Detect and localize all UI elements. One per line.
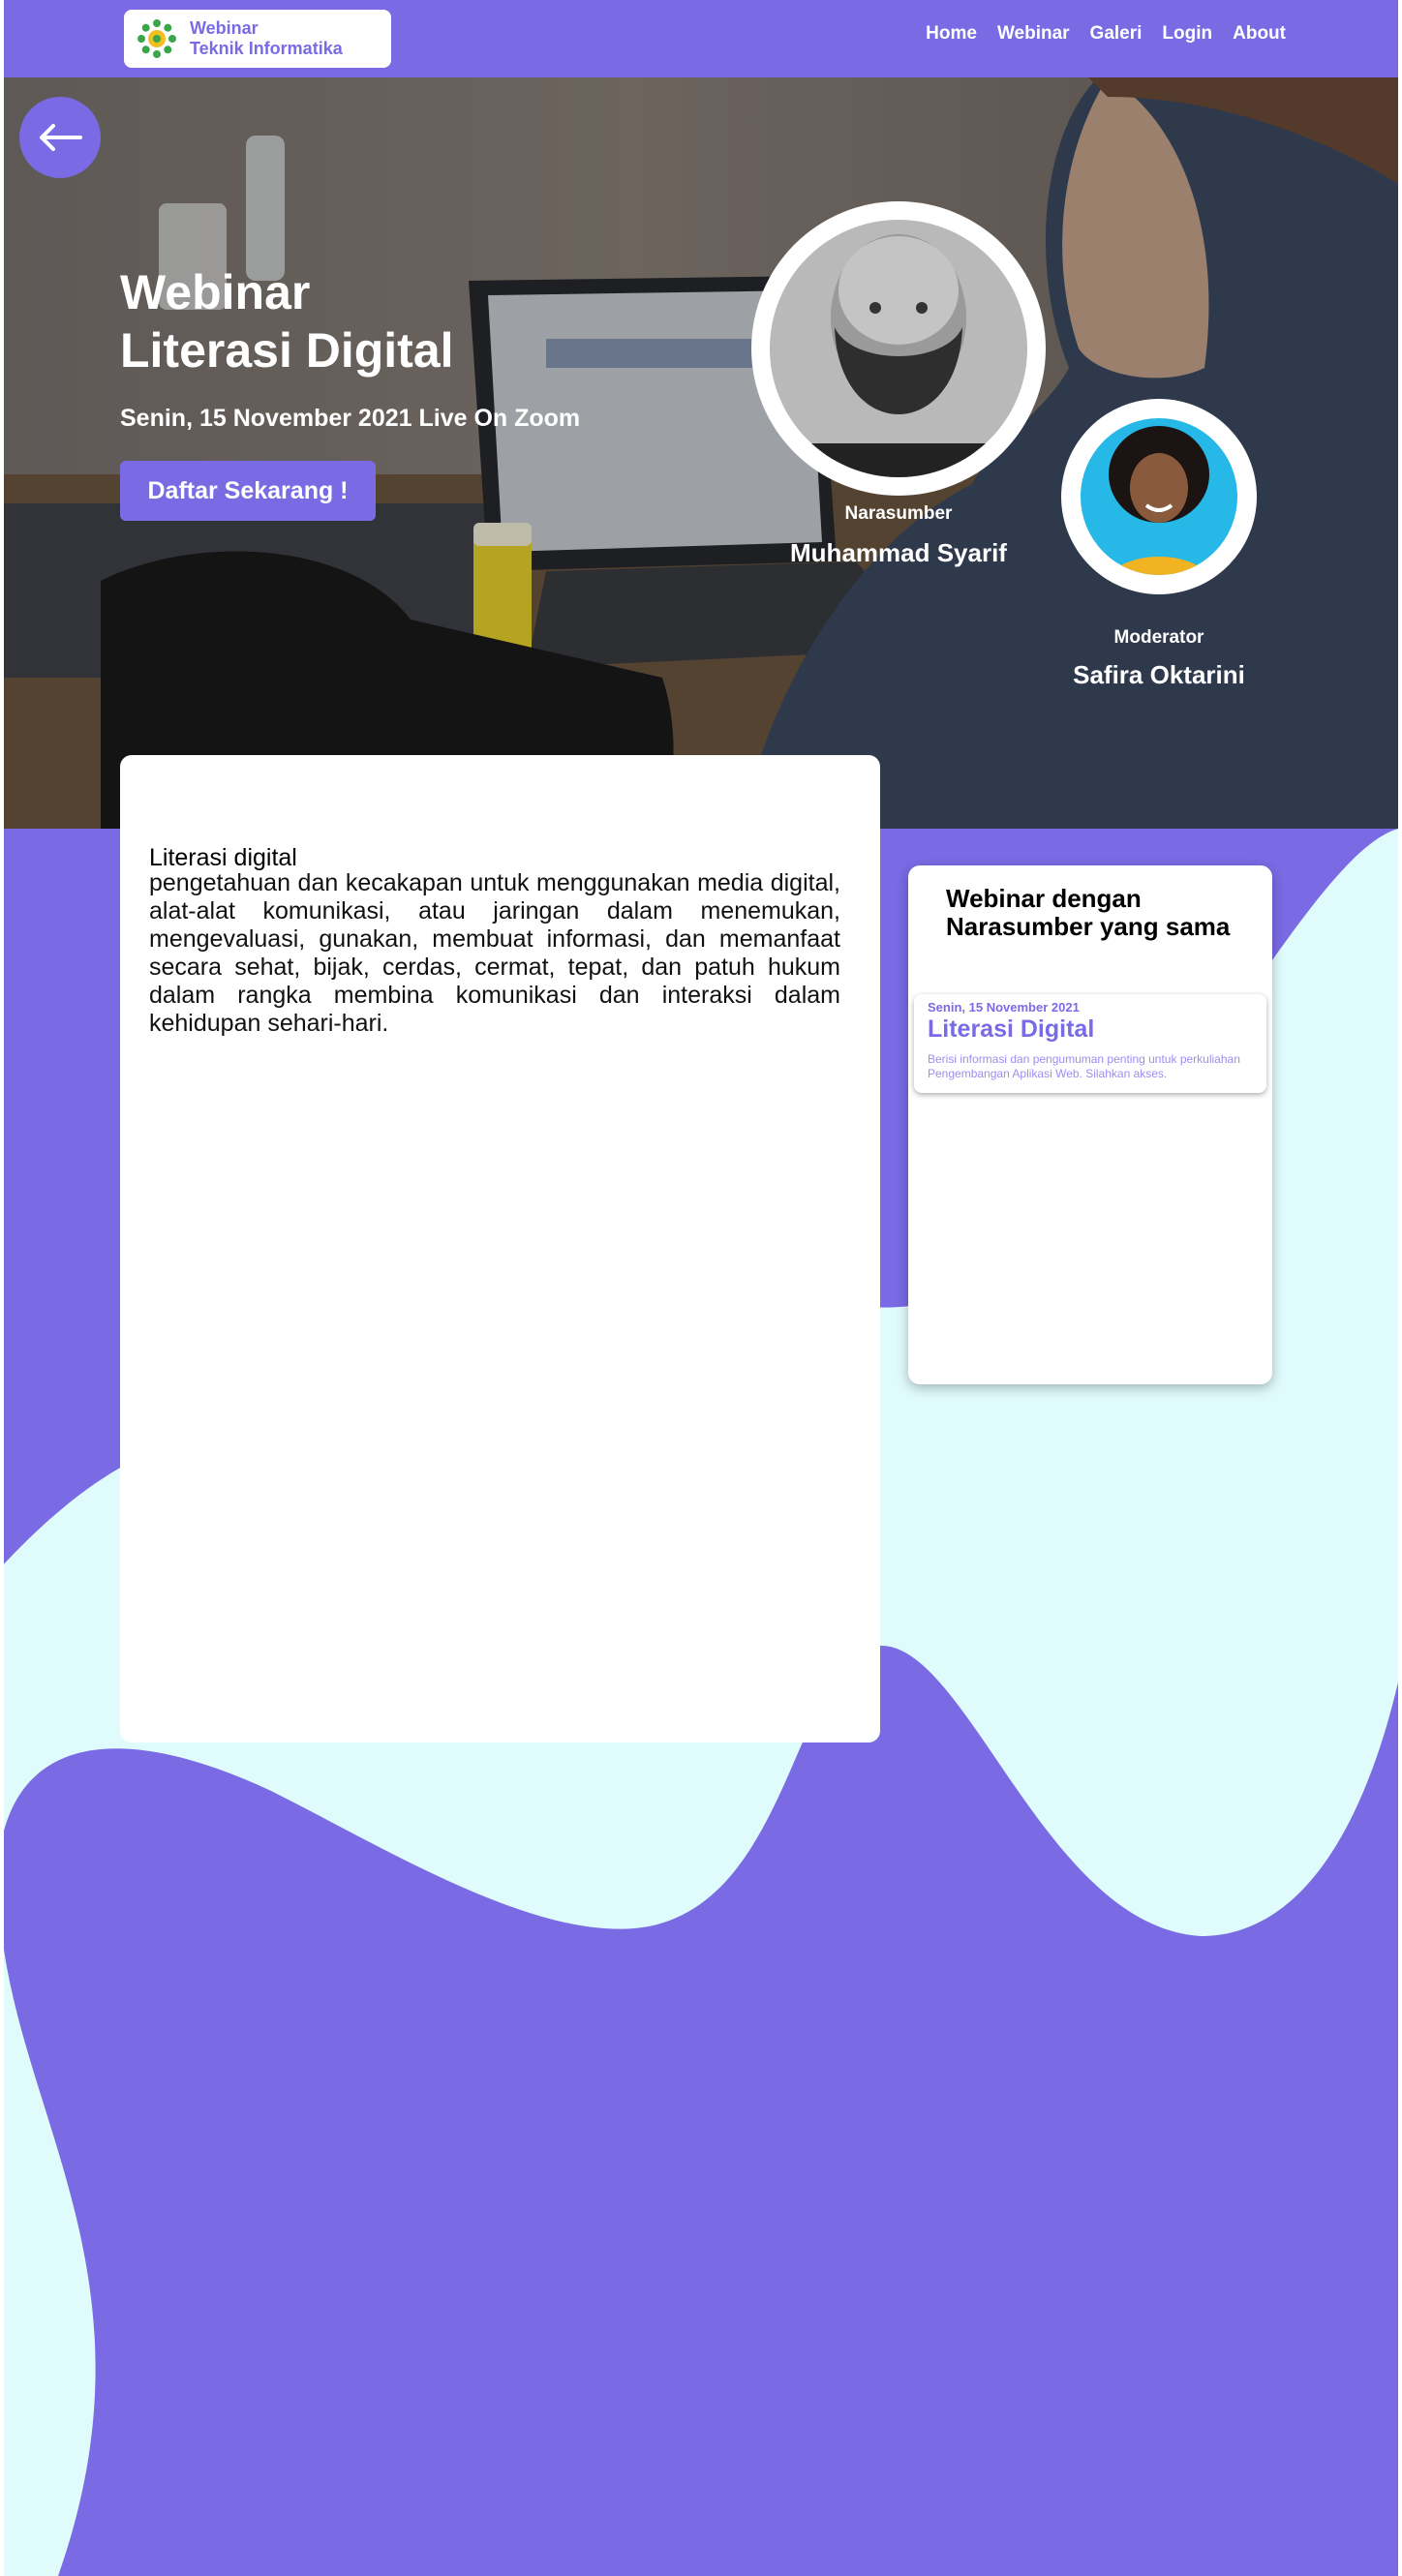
page: Webinar Teknik Informatika Home Webinar …: [0, 0, 1402, 2576]
moderator-name: Safira Oktarini: [1073, 660, 1245, 689]
nav-link-home[interactable]: Home: [926, 23, 977, 45]
speaker-role: Narasumber: [844, 503, 953, 524]
description-card: Literasi digital pengetahuan dan kecakap…: [120, 755, 880, 1743]
navbar: Webinar Teknik Informatika Home Webinar …: [4, 0, 1398, 77]
page-edge-right: [1398, 0, 1402, 2576]
speaker-portrait: [770, 220, 1027, 477]
brand-title: Webinar Teknik Informatika: [190, 18, 343, 59]
back-button[interactable]: [19, 97, 101, 178]
register-button[interactable]: Daftar Sekarang !: [120, 461, 376, 521]
related-webinars-card: Webinar dengan Narasumber yang sama Seni…: [908, 865, 1272, 1384]
nav-menu: Home Webinar Galeri Login About: [926, 23, 1286, 45]
hero-banner: Webinar Literasi Digital Senin, 15 Novem…: [4, 77, 1398, 829]
related-webinar-description: Berisi informasi dan pengumuman penting …: [928, 1052, 1240, 1080]
speaker-name: Muhammad Syarif: [790, 538, 1007, 567]
speaker-avatar: [751, 201, 1046, 496]
nav-link-login[interactable]: Login: [1162, 23, 1212, 45]
related-webinar-date: Senin, 15 November 2021: [928, 1000, 1080, 1015]
moderator-avatar: [1061, 399, 1257, 594]
university-logo-icon: [137, 19, 176, 58]
related-webinar-item[interactable]: Senin, 15 November 2021 Literasi Digital…: [914, 994, 1266, 1093]
description-title: Literasi digital: [149, 844, 297, 871]
related-webinars-title: Webinar dengan Narasumber yang sama: [946, 884, 1231, 941]
moderator-portrait: [1081, 418, 1237, 575]
nav-link-galeri[interactable]: Galeri: [1090, 23, 1143, 45]
description-text: pengetahuan dan kecakapan untuk mengguna…: [149, 869, 840, 1037]
brand-line-1: Webinar: [190, 18, 259, 38]
nav-link-webinar[interactable]: Webinar: [997, 23, 1070, 45]
hero-title: Webinar Literasi Digital: [120, 265, 454, 378]
brand-line-2: Teknik Informatika: [190, 39, 343, 58]
arrow-left-icon: [40, 124, 82, 151]
event-date: Senin, 15 November 2021 Live On Zoom: [120, 405, 581, 432]
brand[interactable]: Webinar Teknik Informatika: [124, 10, 391, 68]
nav-link-about[interactable]: About: [1233, 23, 1286, 45]
related-webinar-title: Literasi Digital: [928, 1015, 1095, 1043]
moderator-role: Moderator: [1113, 627, 1204, 648]
